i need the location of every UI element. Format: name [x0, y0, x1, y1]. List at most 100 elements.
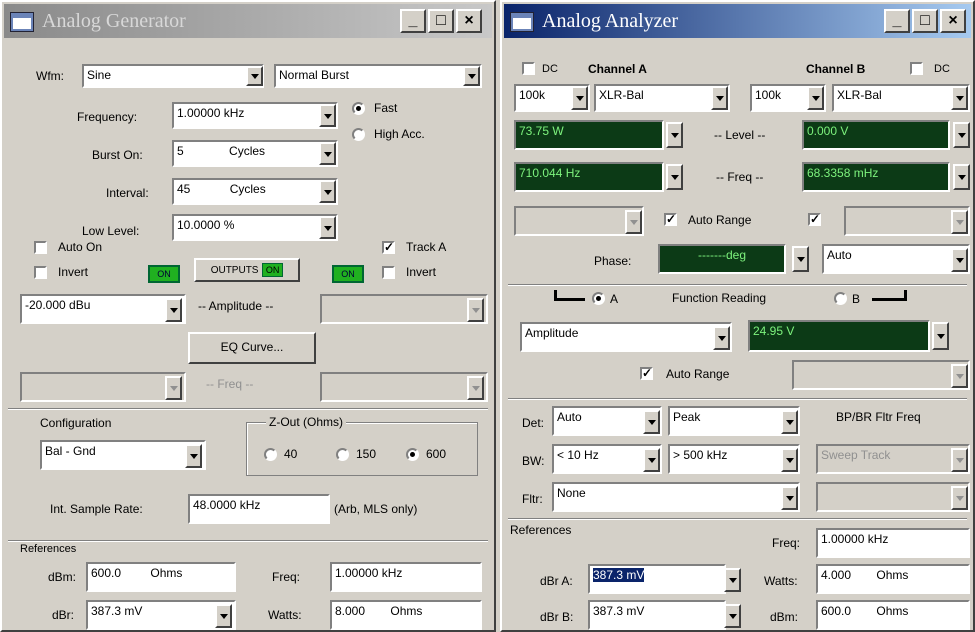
burst-mode-select[interactable]: Normal Burst: [274, 64, 482, 88]
frequency-label: Frequency:: [77, 110, 138, 124]
close-icon[interactable]: ×: [940, 9, 966, 33]
function-a-radio[interactable]: [592, 292, 605, 305]
analyzer-references-separator: [508, 518, 967, 520]
bw-low-dropdown[interactable]: [643, 448, 660, 472]
function-select[interactable]: Amplitude: [520, 322, 732, 352]
amplitude-input[interactable]: -20.000 dBu: [20, 294, 186, 324]
channel-b-on-led[interactable]: ON: [332, 265, 364, 283]
level-b-unit-dropdown[interactable]: [953, 122, 970, 148]
input-a-select[interactable]: XLR-Bal: [594, 84, 730, 112]
burst-on-unit: Cycles: [229, 144, 266, 158]
det-mode-dropdown[interactable]: [781, 410, 798, 434]
dbr-b-label: dBr B:: [540, 610, 574, 624]
freq-a-unit-dropdown[interactable]: [666, 164, 683, 190]
an-dbm-value: 600.0: [821, 604, 852, 618]
input-b-select[interactable]: XLR-Bal: [832, 84, 970, 112]
fast-radio[interactable]: [352, 102, 365, 115]
channel-a-on-led[interactable]: ON: [148, 265, 180, 283]
level-a-readout: 73.75 W: [514, 120, 664, 150]
eq-curve-button[interactable]: EQ Curve...: [188, 332, 316, 364]
outputs-button[interactable]: OUTPUTS ON: [194, 258, 300, 282]
burst-mode-dropdown-arrow[interactable]: [463, 66, 480, 86]
high-acc-radio[interactable]: [352, 128, 365, 141]
waveform-dropdown-arrow[interactable]: [246, 66, 263, 86]
waveform-select[interactable]: Sine: [82, 64, 264, 88]
function-dropdown[interactable]: [713, 326, 730, 350]
gen-dbm-input[interactable]: 600.0 Ohms: [86, 562, 236, 592]
amplitude-unit-dropdown[interactable]: [165, 298, 182, 322]
analog-analyzer-window: Analog Analyzer _ □ × DC Channel A Chann…: [500, 0, 975, 632]
outputs-label: OUTPUTS: [210, 265, 259, 276]
close-icon[interactable]: ×: [456, 9, 482, 33]
minimize-icon[interactable]: _: [884, 9, 910, 33]
fltr-select[interactable]: None: [552, 482, 800, 512]
function-reading-unit-dropdown[interactable]: [932, 322, 949, 350]
function-a-label: A: [610, 292, 619, 306]
phase-readout: -------deg: [658, 244, 786, 274]
generator-separator: [8, 408, 488, 410]
function-reading-label: Function Reading: [672, 291, 767, 305]
an-watts-input[interactable]: 4.000 Ohms: [816, 564, 970, 594]
interval-input[interactable]: 45 Cycles: [172, 178, 338, 205]
input-b-dropdown[interactable]: [951, 86, 968, 110]
maximize-icon[interactable]: □: [912, 9, 938, 33]
low-level-unit-dropdown[interactable]: [319, 216, 336, 239]
analyzer-separator-2: [508, 398, 967, 400]
bw-label: BW:: [522, 454, 545, 468]
gen-watts-input[interactable]: 8.000 Ohms: [330, 600, 482, 630]
dbr-a-unit-dropdown[interactable]: [724, 568, 741, 592]
auto-on-checkbox[interactable]: [34, 241, 47, 254]
dbr-a-input[interactable]: 387.3 mV: [588, 564, 726, 594]
level-a-unit-dropdown[interactable]: [666, 122, 683, 148]
det-dropdown[interactable]: [643, 410, 660, 434]
dbr-b-unit-dropdown[interactable]: [724, 604, 741, 628]
interval-unit-dropdown[interactable]: [319, 180, 336, 203]
frequency-unit-dropdown[interactable]: [319, 104, 336, 127]
range-a-dropdown[interactable]: [571, 86, 588, 110]
zout-600-radio[interactable]: [406, 448, 419, 461]
an-watts-unit: Ohms: [876, 568, 909, 582]
dc-b-checkbox[interactable]: [910, 62, 923, 75]
function-range-select: [792, 360, 970, 390]
configuration-dropdown-arrow[interactable]: [185, 444, 202, 468]
dbr-b-input[interactable]: 387.3 mV: [588, 600, 726, 630]
low-level-input[interactable]: 10.0000 %: [172, 214, 338, 241]
auto-range2-checkbox[interactable]: ✓: [640, 367, 653, 380]
zout-40-radio[interactable]: [264, 448, 277, 461]
analyzer-title-bar[interactable]: Analog Analyzer _ □ ×: [504, 4, 971, 38]
burst-on-unit-dropdown[interactable]: [319, 142, 336, 165]
range-b-dropdown[interactable]: [807, 86, 824, 110]
function-b-radio[interactable]: [834, 292, 847, 305]
configuration-select[interactable]: Bal - Gnd: [40, 440, 206, 470]
gen-dbr-unit-dropdown[interactable]: [215, 604, 232, 628]
maximize-icon[interactable]: □: [428, 9, 454, 33]
amplitude-b-dropdown: [467, 298, 484, 322]
sample-rate-input[interactable]: 48.0000 kHz: [188, 494, 330, 524]
gen-dbr-label: dBr:: [52, 608, 75, 622]
invert-right-checkbox[interactable]: [382, 266, 395, 279]
gen-freq-ref-input[interactable]: 1.00000 kHz: [330, 562, 482, 592]
phase-mode-select[interactable]: Auto: [822, 244, 970, 274]
burst-on-input[interactable]: 5 Cycles: [172, 140, 338, 167]
burst-on-label: Burst On:: [92, 148, 143, 162]
gen-dbr-input[interactable]: 387.3 mV: [86, 600, 236, 630]
phase-unit-dropdown[interactable]: [792, 246, 809, 272]
dc-a-checkbox[interactable]: [522, 62, 535, 75]
zout-150-radio[interactable]: [336, 448, 349, 461]
bw-high-dropdown[interactable]: [781, 448, 798, 472]
auto-range-a-checkbox[interactable]: ✓: [664, 213, 677, 226]
fltr-dropdown[interactable]: [781, 486, 798, 510]
minimize-icon[interactable]: _: [400, 9, 426, 33]
track-a-checkbox[interactable]: ✓: [382, 241, 395, 254]
freq-b-unit-dropdown[interactable]: [953, 164, 970, 190]
input-a-dropdown[interactable]: [711, 86, 728, 110]
frequency-input[interactable]: 1.00000 kHz: [172, 102, 338, 129]
gen-watts-value: 8.000: [335, 604, 366, 618]
an-freq-ref-input[interactable]: 1.00000 kHz: [816, 528, 970, 558]
invert-left-checkbox[interactable]: [34, 266, 47, 279]
generator-title-bar[interactable]: Analog Generator _ □ ×: [4, 4, 492, 38]
phase-mode-dropdown[interactable]: [951, 248, 968, 272]
auto-range-b-checkbox[interactable]: ✓: [808, 213, 821, 226]
analyzer-references-label: References: [510, 523, 572, 537]
an-dbm-input[interactable]: 600.0 Ohms: [816, 600, 970, 630]
